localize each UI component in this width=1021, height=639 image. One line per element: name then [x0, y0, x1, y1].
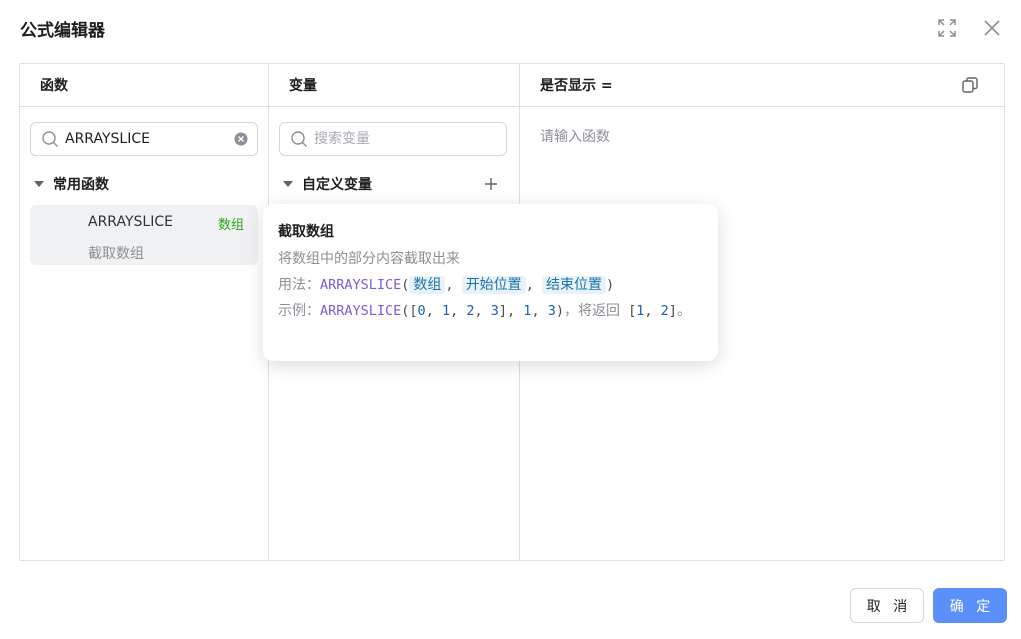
editor-field-label: 是否显示 =: [540, 78, 613, 94]
variable-group[interactable]: 自定义变量: [283, 174, 372, 194]
example-param: 3: [547, 303, 556, 319]
variable-search-input[interactable]: [314, 131, 474, 147]
example-value: 3: [490, 303, 499, 319]
example-value: 0: [417, 303, 426, 319]
close-icon[interactable]: [981, 17, 1003, 39]
function-group-label: 常用函数: [53, 177, 109, 193]
copy-icon[interactable]: [960, 75, 980, 95]
search-icon: [291, 131, 307, 147]
function-search-input[interactable]: [65, 131, 225, 147]
cancel-button[interactable]: 取 消: [850, 588, 924, 623]
example-period: 。: [676, 303, 691, 319]
dialog-title: 公式编辑器: [20, 21, 105, 41]
usage-arg: 开始位置: [461, 276, 526, 294]
confirm-button[interactable]: 确 定: [933, 588, 1007, 623]
example-function: ARRAYSLICE: [320, 303, 402, 319]
function-search[interactable]: [30, 122, 258, 156]
example-returns: ，将返回: [563, 303, 620, 319]
formula-input[interactable]: 请输入函数: [540, 126, 610, 146]
function-tag: 数组: [217, 218, 244, 233]
usage-function: ARRAYSLICE: [320, 277, 402, 293]
caret-down-icon: [283, 181, 293, 187]
variables-header: 变量: [269, 64, 519, 107]
tooltip-example: 示例：ARRAYSLICE([0, 1, 2, 3], 1, 3)，将返回 [1…: [278, 303, 691, 319]
usage-label: 用法：: [278, 277, 320, 293]
tooltip-usage: 用法：ARRAYSLICE(数组, 开始位置, 结束位置): [278, 276, 615, 294]
function-group[interactable]: 常用函数: [34, 174, 109, 194]
function-item[interactable]: ARRAYSLICE 截取数组 数组: [30, 205, 258, 265]
result-value: 2: [660, 303, 669, 319]
example-value: 1: [441, 303, 451, 319]
variable-group-label: 自定义变量: [302, 177, 372, 193]
fullscreen-icon[interactable]: [936, 17, 958, 39]
search-icon: [42, 131, 58, 147]
function-name: ARRAYSLICE: [88, 214, 173, 230]
functions-header: 函数: [20, 64, 268, 107]
usage-arg: 数组: [409, 276, 446, 294]
tooltip-description: 将数组中的部分内容截取出来: [278, 251, 460, 267]
clear-icon[interactable]: [234, 132, 248, 146]
editor-header: 是否显示 =: [520, 64, 1004, 107]
functions-panel: 函数 常用函数 ARRAYSLICE 截取数组 数组: [20, 64, 269, 560]
variable-search[interactable]: [279, 122, 507, 156]
add-icon[interactable]: [482, 175, 500, 193]
tooltip-title: 截取数组: [278, 224, 334, 240]
caret-down-icon: [34, 181, 44, 187]
function-tooltip: 截取数组 将数组中的部分内容截取出来 用法：ARRAYSLICE(数组, 开始位…: [263, 204, 718, 361]
example-label: 示例：: [278, 303, 320, 319]
usage-arg: 结束位置: [541, 276, 606, 294]
function-description: 截取数组: [88, 246, 144, 262]
example-value: 2: [466, 303, 475, 319]
